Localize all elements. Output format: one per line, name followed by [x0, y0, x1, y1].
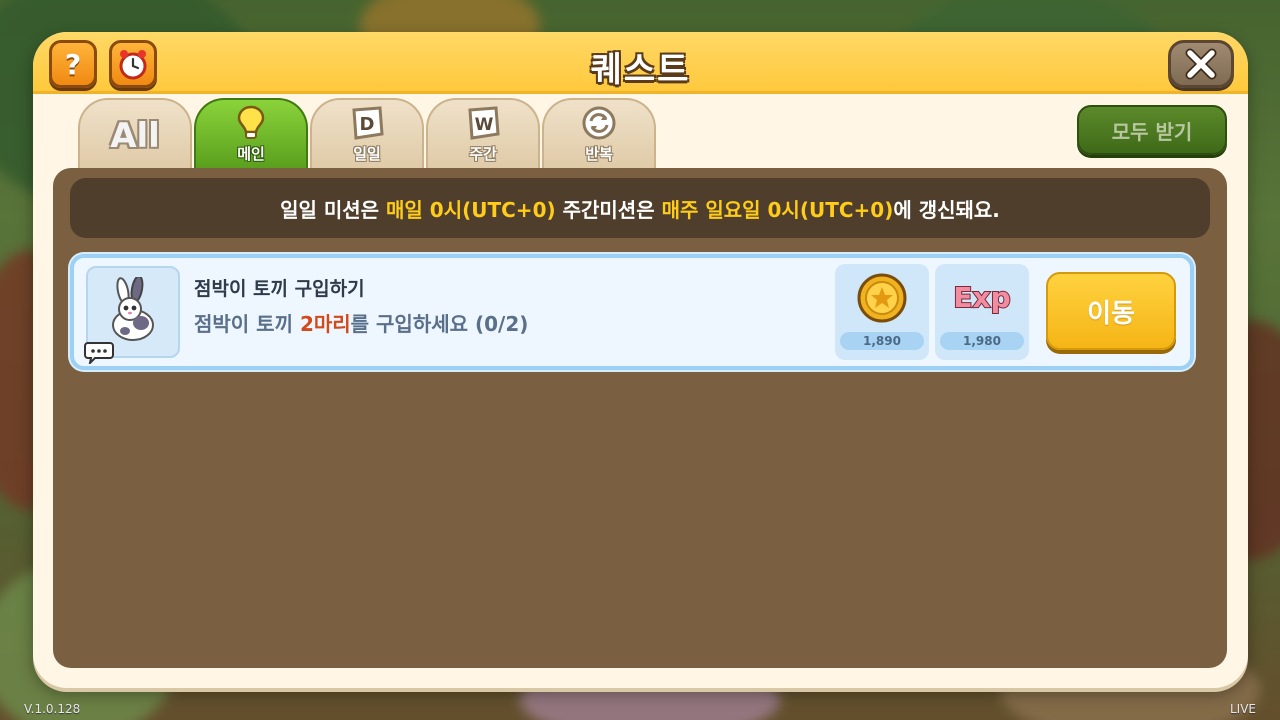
notice-text-3: 에 갱신돼요. [893, 197, 1000, 222]
notice-text-1: 일일 미션은 [280, 197, 387, 222]
quest-desc-quantity: 2마리 [299, 312, 351, 336]
speech-bubble-icon[interactable] [84, 340, 114, 364]
svg-text:Exp: Exp [953, 281, 1010, 314]
notice-highlight-daily: 매일 0시(UTC+0) [386, 197, 556, 222]
claim-all-button[interactable]: 모두 받기 [1077, 105, 1227, 155]
lightbulb-icon [237, 105, 265, 139]
exp-icon: Exp [952, 280, 1011, 315]
modal-title: 퀘스트 [590, 50, 691, 90]
version-text: V.1.0.128 [24, 702, 81, 716]
svg-text:W: W [475, 115, 494, 135]
spotted-rabbit-icon [112, 277, 154, 341]
reset-notice: 일일 미션은 매일 0시(UTC+0) 주간미션은 매주 일요일 0시(UTC+… [70, 178, 1210, 238]
tab-weekly[interactable]: W 주간 [426, 98, 540, 168]
notice-highlight-weekly: 매주 일요일 0시(UTC+0) [661, 197, 894, 222]
quest-modal: ? 퀘스트 All 메인 D 일일 W 주간 반복 모두 받기 일일 미션은 매… [33, 32, 1248, 688]
daily-d-icon: D [352, 106, 384, 140]
close-button[interactable] [1168, 40, 1234, 88]
tab-label-weekly: 주간 [469, 145, 497, 163]
tab-daily[interactable]: D 일일 [310, 98, 424, 168]
reward-exp: Exp 1,980 [935, 264, 1029, 360]
notice-text-2: 주간미션은 [555, 197, 662, 222]
tab-repeat[interactable]: 반복 [542, 98, 656, 168]
repeat-icon [582, 106, 616, 140]
reward-coin-value: 1,890 [840, 332, 924, 350]
quest-list-panel: 일일 미션은 매일 0시(UTC+0) 주간미션은 매주 일요일 0시(UTC+… [53, 168, 1227, 668]
tab-label-repeat: 반복 [585, 145, 613, 163]
tab-all[interactable]: All [78, 98, 192, 168]
reward-coin: 1,890 [835, 264, 929, 360]
gold-coin-icon [857, 273, 907, 323]
weekly-w-icon: W [468, 106, 500, 140]
go-button[interactable]: 이동 [1046, 272, 1176, 350]
quest-icon-frame [84, 266, 180, 364]
quest-item: 점박이 토끼 구입하기 점박이 토끼 2마리를 구입하세요 (0/2) 1,89… [70, 254, 1194, 370]
all-text-icon: All [110, 116, 160, 156]
tab-label-main: 메인 [237, 145, 265, 163]
quest-description: 점박이 토끼 2마리를 구입하세요 (0/2) [194, 308, 528, 337]
reward-exp-value: 1,980 [940, 332, 1024, 350]
quest-desc-suffix: 를 구입하세요 (0/2) [350, 312, 529, 336]
quest-desc-prefix: 점박이 토끼 [194, 312, 300, 336]
close-icon [1185, 48, 1217, 80]
quest-title: 점박이 토끼 구입하기 [194, 278, 365, 300]
tab-main[interactable]: 메인 [194, 98, 308, 168]
modal-header: ? 퀘스트 [33, 32, 1248, 94]
svg-text:D: D [360, 114, 375, 135]
live-indicator: LIVE [1229, 702, 1256, 716]
tab-label-daily: 일일 [353, 145, 381, 163]
